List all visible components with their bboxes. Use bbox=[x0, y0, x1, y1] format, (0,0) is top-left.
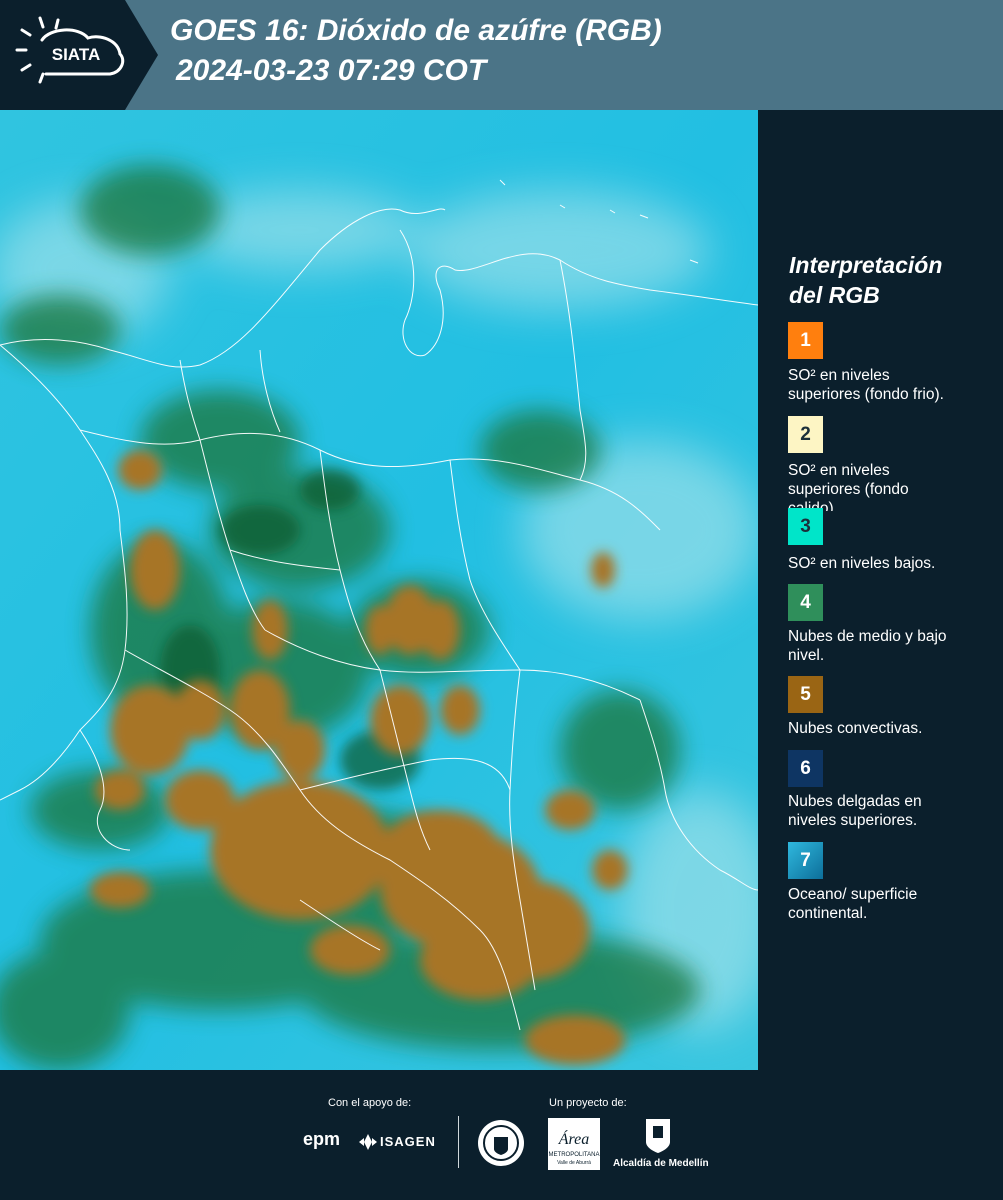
legend-swatch-7: 7 bbox=[788, 842, 823, 879]
page-title: GOES 16: Dióxido de azúfre (RGB) bbox=[170, 14, 662, 47]
legend-title: Interpretación del RGB bbox=[789, 250, 999, 310]
legend-text-line: SO² en niveles bajos. bbox=[788, 555, 936, 572]
legend-text-4: Nubes de medio y bajo nivel. bbox=[788, 627, 998, 665]
isagen-logo-icon bbox=[359, 1134, 377, 1150]
footer: Con el apoyo de: Un proyecto de: epm ISA… bbox=[0, 1070, 1003, 1200]
legend-text-line: SO² en niveles bbox=[788, 462, 890, 479]
legend-text-line: Nubes de medio y bajo bbox=[788, 628, 947, 645]
legend-swatch-1: 1 bbox=[788, 322, 823, 359]
legend-swatch-2: 2 bbox=[788, 416, 823, 453]
legend-text-line: superiores (fondo frio). bbox=[788, 386, 944, 403]
alcaldia-text: Alcaldía de Medellín bbox=[613, 1158, 709, 1169]
legend-text-2: SO² en niveles superiores (fondo calido)… bbox=[788, 461, 998, 511]
legend-text-6: Nubes delgadas en niveles superiores. bbox=[788, 792, 998, 830]
epm-logo: epm bbox=[303, 1129, 341, 1149]
legend-swatch-4: 4 bbox=[788, 584, 823, 621]
svg-text:Área: Área bbox=[558, 1129, 590, 1148]
footer-divider bbox=[458, 1116, 459, 1168]
legend-text-7: Oceano/ superficie continental. bbox=[788, 885, 998, 923]
project-label: Un proyecto de: bbox=[549, 1097, 627, 1109]
satellite-map bbox=[0, 110, 758, 1070]
siata-logo-panel: SIATA bbox=[0, 0, 158, 110]
legend-text-line: continental. bbox=[788, 905, 868, 922]
satellite-image bbox=[0, 110, 758, 1070]
header-bar: SIATA GOES 16: Dióxido de azúfre (RGB) 2… bbox=[0, 0, 1003, 110]
legend-text-line: superiores (fondo bbox=[788, 481, 909, 498]
legend-text-line: Nubes delgadas en bbox=[788, 793, 922, 810]
legend-text-line: Nubes convectivas. bbox=[788, 720, 923, 737]
alcaldia-shield-icon bbox=[646, 1119, 670, 1153]
legend-text-1: SO² en niveles superiores (fondo frio). bbox=[788, 366, 998, 404]
legend-swatch-6: 6 bbox=[788, 750, 823, 787]
legend-title-line1: Interpretación bbox=[789, 252, 943, 278]
legend-text-3: SO² en niveles bajos. bbox=[788, 554, 998, 573]
legend-swatch-5: 5 bbox=[788, 676, 823, 713]
page-timestamp: 2024-03-23 07:29 COT bbox=[176, 54, 487, 87]
legend-text-line: niveles superiores. bbox=[788, 812, 918, 829]
legend-title-line2: del RGB bbox=[789, 282, 880, 308]
legend-text-5: Nubes convectivas. bbox=[788, 719, 998, 738]
isagen-logo-text: ISAGEN bbox=[380, 1134, 436, 1149]
medellin-seal-icon bbox=[478, 1120, 524, 1166]
support-label: Con el apoyo de: bbox=[328, 1097, 412, 1109]
svg-text:Valle de Aburrá: Valle de Aburrá bbox=[557, 1160, 591, 1166]
svg-text:METROPOLITANA: METROPOLITANA bbox=[549, 1152, 600, 1158]
legend-swatch-3: 3 bbox=[788, 508, 823, 545]
legend-text-line: SO² en niveles bbox=[788, 367, 890, 384]
legend-panel: Interpretación del RGB 1 SO² en niveles … bbox=[758, 110, 1003, 1070]
area-metropolitana-logo: Área METROPOLITANA Valle de Aburrá bbox=[548, 1118, 600, 1170]
legend-text-line: Oceano/ superficie bbox=[788, 886, 918, 903]
siata-logo-text: SIATA bbox=[52, 45, 100, 64]
legend-text-line: nivel. bbox=[788, 647, 825, 664]
